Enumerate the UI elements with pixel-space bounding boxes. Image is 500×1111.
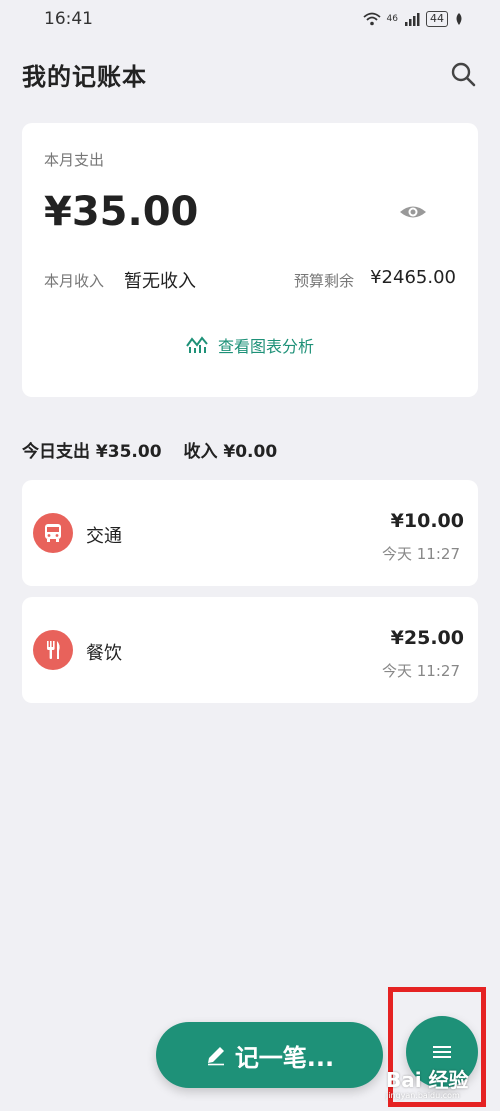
today-income-text: 收入 ¥0.00 (183, 442, 278, 462)
search-icon (451, 62, 476, 87)
search-button[interactable] (448, 59, 478, 89)
monthly-expense-amount: ¥35.00 (44, 189, 199, 235)
signal-icon (405, 13, 420, 26)
watermark-url: jingyan.baidu.com (386, 1091, 460, 1100)
today-summary: 今日支出 ¥35.00 收入 ¥0.00 (22, 437, 293, 462)
status-icons: 46 44 (362, 11, 464, 27)
toggle-visibility-button[interactable] (398, 201, 428, 223)
today-expense-text: 今日支出 ¥35.00 (22, 442, 162, 462)
transaction-category: 餐饮 (86, 643, 122, 664)
eye-icon (400, 206, 426, 218)
battery-level: 44 (430, 12, 444, 25)
monthly-summary-card: 本月支出 ¥35.00 本月收入 暂无收入 预算剩余 ¥2465.00 查看图表… (22, 123, 478, 397)
wifi-icon (362, 12, 381, 26)
chart-link-label: 查看图表分析 (217, 337, 314, 356)
leaf-icon (456, 13, 462, 25)
transaction-time: 今天 11:27 (382, 545, 460, 563)
watermark: Bai 经验 jingyan.baidu.com (386, 1064, 469, 1100)
record-button-label: 记一笔... (234, 1043, 335, 1072)
category-icon-badge (33, 513, 73, 553)
monthly-income-label: 本月收入 (44, 272, 105, 290)
record-entry-button[interactable]: 记一笔... (156, 1022, 383, 1088)
network-type-label: 46 (386, 14, 398, 24)
chart-icon (186, 336, 208, 353)
transaction-category: 交通 (86, 526, 122, 547)
transaction-amount: ¥25.00 (390, 627, 464, 649)
status-bar: 16:41 46 44 (0, 0, 500, 38)
budget-remaining-label: 预算剩余 (294, 272, 355, 290)
app-header: 我的记账本 (0, 38, 500, 110)
transaction-item[interactable]: 交通 ¥10.00 今天 11:27 (22, 480, 478, 586)
transaction-amount: ¥10.00 (390, 510, 464, 532)
budget-remaining-value: ¥2465.00 (370, 267, 456, 288)
pencil-icon (207, 1047, 224, 1066)
transaction-item[interactable]: 餐饮 ¥25.00 今天 11:27 (22, 597, 478, 703)
transaction-time: 今天 11:27 (382, 662, 460, 680)
fork-knife-icon (47, 641, 60, 659)
monthly-income-value: 暂无收入 (124, 271, 196, 292)
bus-icon (45, 524, 61, 542)
category-icon-badge (33, 630, 73, 670)
battery-icon: 44 (426, 11, 448, 27)
watermark-text: Bai 经验 (386, 1068, 469, 1092)
status-time: 16:41 (44, 9, 93, 29)
page-title: 我的记账本 (22, 62, 147, 91)
view-chart-analysis-link[interactable]: 查看图表分析 (22, 333, 478, 357)
monthly-expense-label: 本月支出 (44, 151, 105, 169)
